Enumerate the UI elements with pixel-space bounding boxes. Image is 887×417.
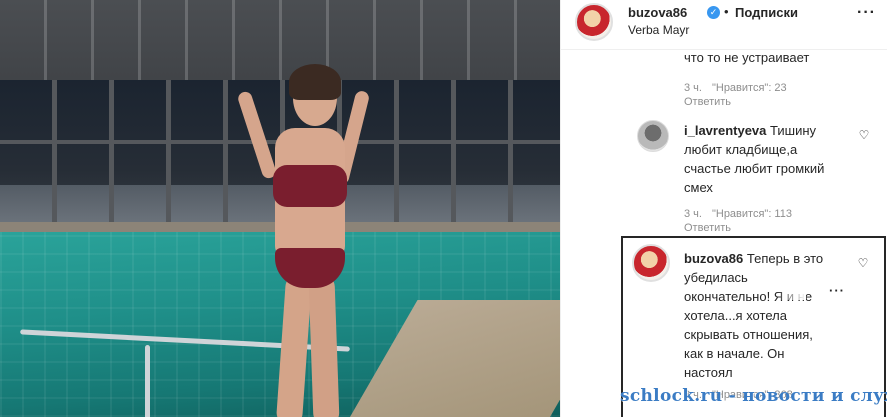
commenter-avatar[interactable] xyxy=(637,120,669,152)
comment-line-6: как в начале. Он xyxy=(684,346,785,361)
post-header: buzova86 ✓ • Подписки ··· Verba Mayr xyxy=(561,0,887,50)
comment-time[interactable]: 3 ч. xyxy=(684,82,702,94)
comment-line-7: настоял xyxy=(684,365,733,380)
post-photo[interactable] xyxy=(0,0,560,417)
post-location[interactable]: Verba Mayr xyxy=(628,23,689,37)
comment-likes[interactable]: "Нравится": 23 xyxy=(712,82,787,94)
commenter-username[interactable]: i_lavrentyeva xyxy=(684,123,766,138)
like-heart-icon[interactable]: ♡ xyxy=(857,128,871,142)
comment-line-1: Тишину xyxy=(770,123,817,138)
comment-likes[interactable]: "Нравится": 113 xyxy=(712,208,792,220)
header-separator: • xyxy=(724,4,729,19)
photo-person xyxy=(236,64,371,417)
comment-time[interactable]: 3 ч. xyxy=(684,208,702,220)
author-avatar[interactable] xyxy=(575,3,613,41)
person-hair xyxy=(289,64,341,100)
person-leg-left xyxy=(275,274,313,417)
comments-panel: buzova86 ✓ • Подписки ··· Verba Mayr что… xyxy=(560,0,887,417)
reply-button[interactable]: Ответить xyxy=(684,222,731,234)
comment-line-1: Теперь в это xyxy=(746,251,824,266)
comment-meta: 3 ч. "Нравится": 23 xyxy=(684,82,787,94)
person-swim-top xyxy=(273,165,347,207)
comment-line-3: счастье любит громкий xyxy=(684,161,825,176)
comment-text: i_lavrentyeva Тишину любит кладбище,а сч… xyxy=(684,121,869,197)
verified-badge-icon: ✓ xyxy=(707,6,720,19)
comment-line-5: скрывать отношения, xyxy=(684,327,813,342)
photo-handrail-post xyxy=(145,345,150,417)
comment-line-4: смех xyxy=(684,180,713,195)
commenter-avatar[interactable] xyxy=(632,244,670,282)
comment-text: что то не устраивает xyxy=(684,50,810,65)
person-leg-right xyxy=(308,274,340,417)
comment-line-4: хотела...я хотела xyxy=(684,308,787,323)
more-options-icon[interactable]: ··· xyxy=(857,4,876,22)
comment-line-2: убедилась xyxy=(684,270,748,285)
like-heart-icon[interactable]: ♡ xyxy=(856,256,870,270)
comment-line-2: любит кладбище,а xyxy=(684,142,798,157)
site-watermark: schlock.ru - новости и слухи xyxy=(620,386,887,406)
author-username[interactable]: buzova86 xyxy=(628,5,687,20)
comment-more-options-icon[interactable]: ··· xyxy=(829,283,845,298)
commenter-username[interactable]: buzova86 xyxy=(684,251,743,266)
comment-fade-overlay xyxy=(776,276,806,300)
comment-text: buzova86 Теперь в это убедилась окончате… xyxy=(684,249,874,382)
comment-meta: 3 ч. "Нравится": 113 xyxy=(684,208,792,220)
reply-button[interactable]: Ответить xyxy=(684,96,731,108)
follow-button[interactable]: Подписки xyxy=(735,5,798,20)
